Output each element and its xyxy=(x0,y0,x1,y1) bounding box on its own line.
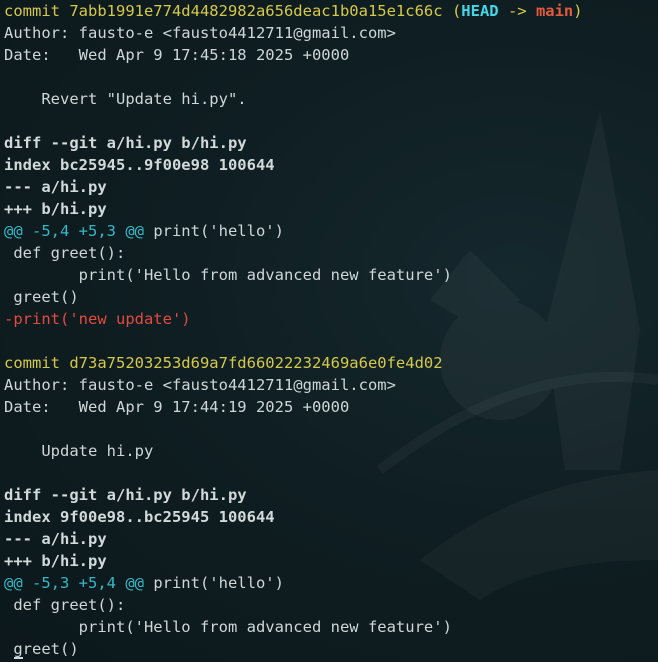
hunk-marker: @@ -5,3 +5,4 @@ xyxy=(4,574,144,592)
diff-minus-file: --- a/hi.py xyxy=(4,530,107,548)
diff-context-line: def greet(): xyxy=(4,596,126,614)
hunk-context: print('hello') xyxy=(143,222,284,240)
diff-plus-file: +++ b/hi.py xyxy=(4,200,107,218)
diff-plus-file: +++ b/hi.py xyxy=(4,552,107,570)
diff-context-line: greet() xyxy=(4,640,79,658)
diff-context-line: greet() xyxy=(4,288,79,306)
diff-minus-file: --- a/hi.py xyxy=(4,178,107,196)
commit-line: commit 7abb1991e774d4482982a656deac1b0a1… xyxy=(4,2,583,20)
hunk-context: print('hello') xyxy=(143,574,284,592)
diff-context-line: print('Hello from advanced new feature') xyxy=(4,266,452,284)
terminal-window[interactable]: commit 7abb1991e774d4482982a656deac1b0a1… xyxy=(0,0,658,662)
head-ref: HEAD xyxy=(461,2,499,20)
git-log-output: commit 7abb1991e774d4482982a656deac1b0a1… xyxy=(4,0,658,660)
commit-message: Revert "Update hi.py". xyxy=(4,90,247,108)
hunk-marker: @@ -5,4 +5,3 @@ xyxy=(4,222,144,240)
commit-line: commit d73a75203253d69a7fd66022232469a6e… xyxy=(4,352,658,374)
branch-ref: main xyxy=(535,2,574,20)
diff-context-line: print('Hello from advanced new feature') xyxy=(4,618,452,636)
diff-hunk-header: @@ -5,3 +5,4 @@ print('hello') xyxy=(4,572,658,594)
commit-hash[interactable]: commit 7abb1991e774d4482982a656deac1b0a1… xyxy=(4,2,443,20)
diff-hunk-header: @@ -5,4 +5,3 @@ print('hello') xyxy=(4,220,658,242)
commit-hash[interactable]: commit d73a75203253d69a7fd66022232469a6e… xyxy=(4,354,443,372)
commit-message: Update hi.py xyxy=(4,442,154,460)
diff-index: index 9f00e98..bc25945 100644 xyxy=(4,508,275,526)
commit-author: Author: fausto-e <fausto4412711@gmail.co… xyxy=(4,24,396,42)
commit-date: Date: Wed Apr 9 17:45:18 2025 +0000 xyxy=(4,46,350,64)
diff-header: diff --git a/hi.py b/hi.py xyxy=(4,486,247,504)
diff-context-line: def greet(): xyxy=(4,244,126,262)
commit-date: Date: Wed Apr 9 17:44:19 2025 +0000 xyxy=(4,398,350,416)
diff-index: index bc25945..9f00e98 100644 xyxy=(4,156,275,174)
diff-removed-line: -print('new update') xyxy=(4,310,191,328)
terminal-cursor xyxy=(14,657,23,659)
diff-header: diff --git a/hi.py b/hi.py xyxy=(4,134,247,152)
commit-author: Author: fausto-e <fausto4412711@gmail.co… xyxy=(4,376,396,394)
